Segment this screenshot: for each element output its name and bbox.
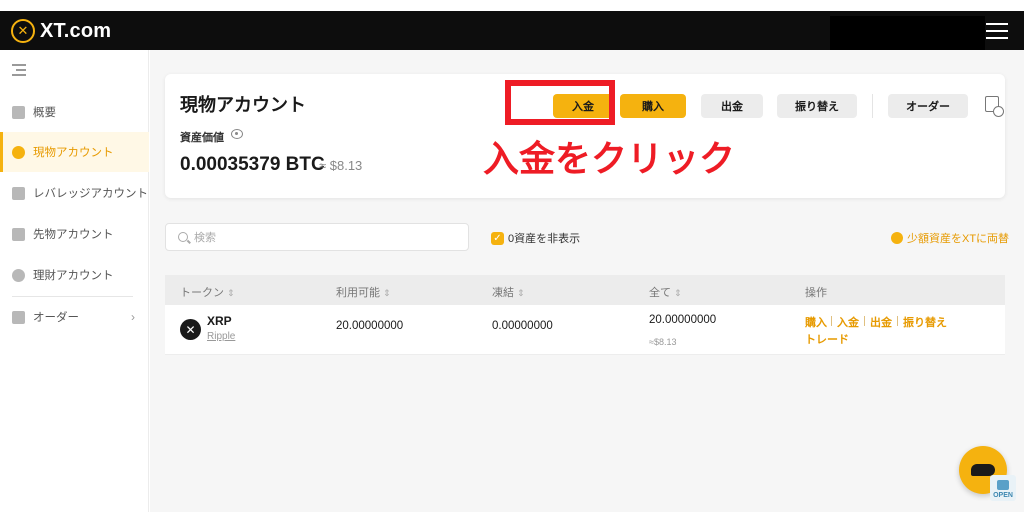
convert-icon xyxy=(891,232,903,244)
search-input[interactable] xyxy=(194,228,454,248)
sidebar-item-orders[interactable]: オーダー › xyxy=(0,297,149,337)
row-deposit-link[interactable]: 入金 xyxy=(837,314,859,330)
row-trade-link[interactable]: トレード xyxy=(805,331,849,347)
total-fiat-value: ≈$8.13 xyxy=(649,337,677,347)
main-content: 現物アカウント 資産価値 0.00035379 BTC ≈ $8.13 入金 購… xyxy=(150,50,1024,512)
sidebar-item-label: 先物アカウント xyxy=(33,229,114,241)
sort-icon: ⇕ xyxy=(517,288,525,298)
spot-account-card: 現物アカウント 資産価値 0.00035379 BTC ≈ $8.13 入金 購… xyxy=(165,74,1005,198)
search-icon xyxy=(178,232,188,242)
asset-value-label: 資産価値 xyxy=(180,132,224,144)
overview-icon xyxy=(12,105,25,119)
sidebar-item-label: レバレッジアカウント xyxy=(33,188,148,200)
token-name-link[interactable]: Ripple xyxy=(207,331,235,342)
checkbox-checked-icon[interactable]: ✓ xyxy=(491,231,504,245)
convert-small-assets-link[interactable]: 少額資産をXTに両替 xyxy=(891,230,1009,246)
table-row: ✕ XRP Ripple 20.00000000 0.00000000 20.0… xyxy=(165,305,1005,355)
pie-chart-icon xyxy=(12,145,25,159)
eye-icon[interactable] xyxy=(231,129,243,139)
sidebar-item-label: 概要 xyxy=(33,107,56,119)
open-badge[interactable]: OPEN xyxy=(990,475,1016,501)
xt-logo-text: XT.com xyxy=(40,19,112,42)
row-buy-link[interactable]: 購入 xyxy=(805,314,827,330)
sort-icon: ⇕ xyxy=(227,288,235,298)
redacted-area xyxy=(830,16,985,50)
chevron-right-icon: › xyxy=(131,310,135,324)
token-symbol: XRP xyxy=(207,314,232,328)
buy-button[interactable]: 購入 xyxy=(620,94,686,118)
sidebar-item-overview[interactable]: 概要 xyxy=(0,92,149,132)
sidebar-item-futures-account[interactable]: 先物アカウント xyxy=(0,214,149,254)
sliders-icon xyxy=(12,186,25,200)
sidebar-collapse-icon[interactable] xyxy=(12,64,26,76)
page-title: 現物アカウント xyxy=(180,95,306,115)
btc-balance: 0.00035379 BTC xyxy=(180,154,325,175)
hide-zero-assets-toggle[interactable]: ✓ 0資産を非表示 xyxy=(491,230,580,246)
row-transfer-link[interactable]: 振り替え xyxy=(903,314,947,330)
column-header-available[interactable]: 利用可能 ⇕ xyxy=(336,284,391,300)
futures-icon xyxy=(12,227,25,241)
sidebar-item-spot-account[interactable]: 現物アカウント xyxy=(0,132,149,172)
column-header-total[interactable]: 全て ⇕ xyxy=(649,284,682,300)
earn-icon xyxy=(12,268,25,282)
frozen-balance: 0.00000000 xyxy=(492,320,553,332)
button-divider xyxy=(872,94,873,118)
sidebar-item-leverage-account[interactable]: レバレッジアカウント xyxy=(0,173,149,213)
sidebar-item-label: 現物アカウント xyxy=(33,147,114,159)
xt-logo[interactable]: ✕ XT.com xyxy=(11,19,111,43)
column-header-token[interactable]: トークン ⇕ xyxy=(180,284,235,300)
hamburger-menu-icon[interactable] xyxy=(986,23,1008,39)
withdraw-button[interactable]: 出金 xyxy=(701,94,763,118)
order-icon xyxy=(12,310,25,324)
available-balance: 20.00000000 xyxy=(336,320,404,332)
sidebar: 概要 現物アカウント レバレッジアカウント 先物アカウント 理財アカウント オー… xyxy=(0,50,149,512)
sidebar-item-label: オーダー xyxy=(33,312,79,324)
xt-logo-mark: ✕ xyxy=(11,19,35,43)
sort-icon: ⇕ xyxy=(383,288,391,298)
hide-zero-assets-label: 0資産を非表示 xyxy=(508,233,581,245)
deposit-button[interactable]: 入金 xyxy=(553,94,613,118)
row-withdraw-link[interactable]: 出金 xyxy=(870,314,892,330)
transfer-button[interactable]: 振り替え xyxy=(777,94,857,118)
action-separator xyxy=(831,316,832,326)
fiat-balance: ≈ $8.13 xyxy=(319,158,363,173)
column-header-frozen[interactable]: 凍結 ⇕ xyxy=(492,284,525,300)
xrp-coin-icon: ✕ xyxy=(180,319,201,340)
table-header: トークン ⇕ 利用可能 ⇕ 凍結 ⇕ 全て ⇕ 操作 xyxy=(165,275,1005,305)
action-separator xyxy=(897,316,898,326)
search-box[interactable] xyxy=(165,223,469,251)
convert-small-assets-label: 少額資産をXTに両替 xyxy=(907,233,1010,245)
top-navigation-bar: ✕ XT.com xyxy=(0,11,1024,50)
column-header-actions: 操作 xyxy=(805,287,827,299)
sort-icon: ⇕ xyxy=(674,288,682,298)
sidebar-item-earn-account[interactable]: 理財アカウント xyxy=(0,255,149,295)
total-balance: 20.00000000 xyxy=(649,314,717,326)
history-icon[interactable] xyxy=(985,96,1004,117)
action-separator xyxy=(864,316,865,326)
order-button[interactable]: オーダー xyxy=(888,94,968,118)
sidebar-item-label: 理財アカウント xyxy=(33,270,114,282)
